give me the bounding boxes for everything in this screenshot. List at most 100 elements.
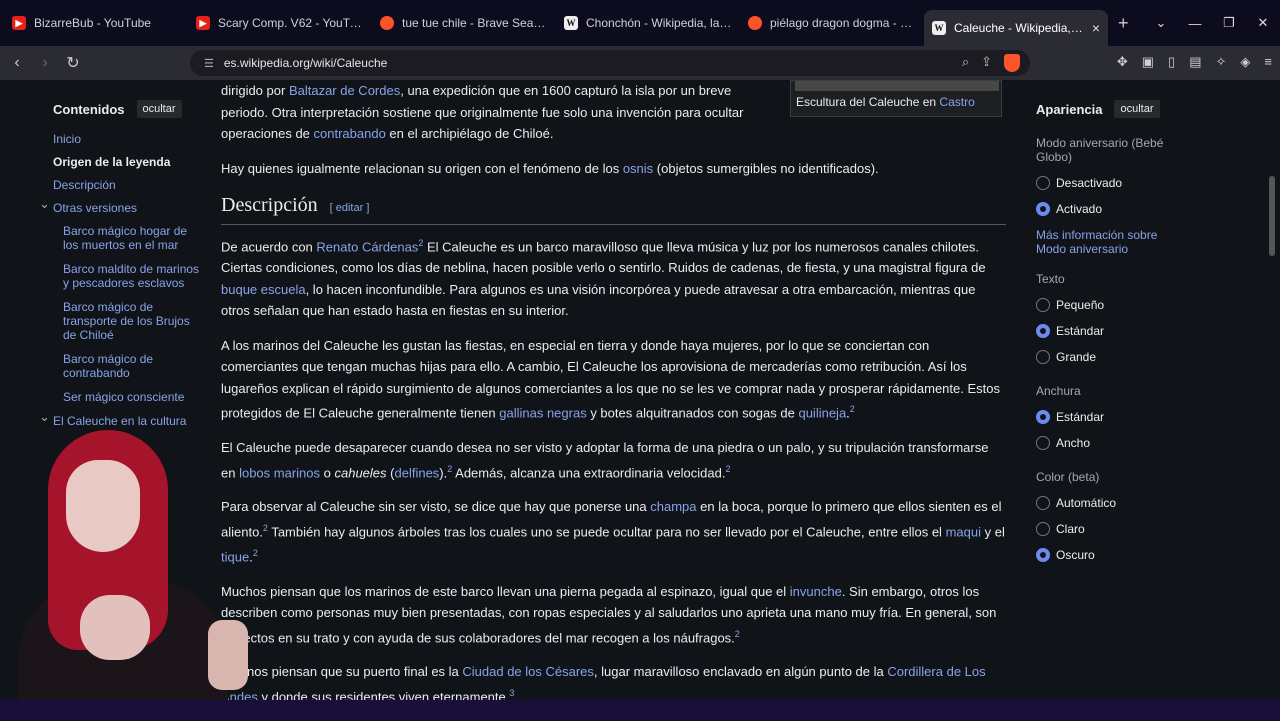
citation[interactable]: 2: [735, 629, 740, 639]
section-title: Descripción: [221, 194, 318, 216]
radio-ancho[interactable]: Ancho: [1036, 436, 1176, 450]
tab-pielago[interactable]: piélago dragon dogma - Brave Searc: [740, 7, 924, 39]
wikipedia-icon: W: [932, 21, 946, 35]
tab-scary-comp[interactable]: ▶ Scary Comp. V62 - YouTube: [188, 7, 372, 39]
sidebar-icon[interactable]: ▯: [1168, 54, 1175, 70]
appearance-title: Apariencia: [1036, 101, 1103, 117]
tab-title: tue tue chile - Brave Search: [402, 16, 548, 30]
toc-item-inicio[interactable]: Inicio: [53, 132, 203, 146]
appearance-hide-button[interactable]: ocultar: [1114, 100, 1160, 118]
width-label: Anchura: [1036, 384, 1081, 398]
tab-tue-tue[interactable]: tue tue chile - Brave Search: [372, 7, 556, 39]
youtube-icon: ▶: [196, 16, 210, 30]
text-size-label: Texto: [1036, 272, 1065, 286]
toc-subitem[interactable]: Barco maldito de marinos y pescadores es…: [53, 262, 203, 290]
radio-oscuro[interactable]: Oscuro: [1036, 548, 1176, 562]
wikipedia-icon: W: [564, 16, 578, 30]
close-tab-icon[interactable]: ×: [1092, 20, 1100, 36]
radio-activado[interactable]: Activado: [1036, 202, 1176, 216]
taskbar-strip: [0, 700, 1280, 720]
table-of-contents: Contenidos ocultar Inicio Origen de la le…: [39, 100, 203, 437]
radio-grande[interactable]: Grande: [1036, 350, 1176, 364]
link[interactable]: buque escuela: [221, 282, 306, 297]
extensions-icon[interactable]: ✥: [1117, 54, 1128, 70]
link[interactable]: Ciudad de los Césares: [462, 664, 594, 679]
citation[interactable]: 2: [725, 464, 730, 474]
citation[interactable]: 3: [509, 688, 514, 698]
toc-item-otras-versiones[interactable]: Otras versiones: [39, 197, 203, 215]
share-icon[interactable]: ⇪: [981, 54, 992, 72]
link[interactable]: maqui: [946, 524, 981, 539]
address-bar[interactable]: ☰ es.wikipedia.org/wiki/Caleuche ⌕ ⇪: [190, 50, 1030, 76]
toc-subitem[interactable]: Ser mágico consciente: [53, 390, 203, 404]
edit-link[interactable]: [ editar ]: [330, 198, 370, 220]
anniversary-label: Modo aniversario (Bebé Globo): [1036, 136, 1164, 164]
brave-icon: [748, 16, 762, 30]
link[interactable]: Renato Cárdenas: [316, 239, 418, 254]
tab-title: BizarreBub - YouTube: [34, 16, 151, 30]
tab-title: Chonchón - Wikipedia, la enciclopedi: [586, 16, 732, 30]
toc-subitem[interactable]: Barco mágico de transporte de los Brujos…: [53, 300, 203, 342]
screenshot-icon[interactable]: ▣: [1142, 54, 1154, 70]
leo-icon[interactable]: ✧: [1216, 54, 1227, 70]
new-tab-icon[interactable]: +: [1118, 13, 1129, 34]
reload-icon[interactable]: ↻: [62, 53, 84, 73]
appearance-panel: Apariencia ocultar Modo aniversario (Bebé…: [1036, 100, 1176, 574]
citation[interactable]: 2: [850, 404, 855, 414]
paragraph: El Caleuche puede desaparecer cuando des…: [221, 440, 989, 480]
radio-desactivado[interactable]: Desactivado: [1036, 176, 1176, 190]
toc-item-origen[interactable]: Origen de la leyenda: [53, 155, 203, 169]
toc-subitem[interactable]: Barco mágico hogar de los muertos en el …: [53, 224, 203, 252]
radio-estandar-width[interactable]: Estándar: [1036, 410, 1176, 424]
tab-strip: ▶ BizarreBub - YouTube ▶ Scary Comp. V62 -…: [0, 0, 1280, 46]
radio-automatico[interactable]: Automático: [1036, 496, 1176, 510]
url-text: es.wikipedia.org/wiki/Caleuche: [223, 56, 388, 70]
toc-subitem[interactable]: Barco mágico de contrabando: [53, 352, 203, 380]
minimize-icon[interactable]: —: [1178, 16, 1212, 31]
section-heading: Descripción [ editar ]: [221, 194, 1006, 225]
radio-estandar-text[interactable]: Estándar: [1036, 324, 1176, 338]
menu-icon[interactable]: ≡: [1264, 54, 1272, 70]
maximize-icon[interactable]: ❐: [1212, 15, 1246, 31]
brave-shield-icon[interactable]: [1004, 54, 1020, 72]
forward-icon[interactable]: ›: [34, 54, 56, 72]
link[interactable]: invunche: [790, 584, 842, 599]
paragraph: Hay quienes igualmente relacionan su ori…: [221, 160, 879, 176]
color-label: Color (beta): [1036, 470, 1100, 484]
scrollbar-thumb[interactable]: [1269, 176, 1275, 256]
link[interactable]: gallinas negras: [499, 406, 586, 421]
vpn-icon[interactable]: ◈: [1240, 54, 1250, 70]
anniversary-info-link[interactable]: Más información sobre Modo aniversario: [1036, 228, 1176, 256]
link[interactable]: quilineja: [798, 406, 846, 421]
brave-icon: [380, 16, 394, 30]
link[interactable]: contrabando: [314, 126, 386, 141]
radio-pequeno[interactable]: Pequeño: [1036, 298, 1176, 312]
paragraph: Para observar al Caleuche sin ser visto,…: [221, 499, 1005, 565]
toc-item-descripcion[interactable]: Descripción: [53, 178, 203, 192]
browser-toolbar: ‹ › ↻ ⚲ ☰ es.wikipedia.org/wiki/Caleuche…: [0, 46, 1280, 80]
tab-title: Caleuche - Wikipedia, la enciclop: [954, 21, 1086, 35]
tab-search-icon[interactable]: ⌄: [1144, 15, 1178, 31]
paragraph: Muchos piensan que los marinos de este b…: [221, 583, 997, 645]
toc-hide-button[interactable]: ocultar: [136, 100, 182, 118]
citation[interactable]: 2: [253, 548, 258, 558]
paragraph: A los marinos del Caleuche les gustan la…: [221, 337, 1000, 421]
streamer-avatar: [18, 420, 248, 720]
wallet-icon[interactable]: ▤: [1189, 54, 1201, 70]
tab-bizarrebub[interactable]: ▶ BizarreBub - YouTube: [4, 7, 188, 39]
tab-caleuche[interactable]: W Caleuche - Wikipedia, la enciclop ×: [924, 10, 1108, 46]
link[interactable]: Baltazar de Cordes: [289, 83, 400, 98]
link[interactable]: champa: [650, 499, 696, 514]
tab-chonchon[interactable]: W Chonchón - Wikipedia, la enciclopedi: [556, 7, 740, 39]
back-icon[interactable]: ‹: [6, 54, 28, 72]
link[interactable]: lobos marinos: [239, 465, 320, 480]
link[interactable]: osnis: [623, 161, 653, 176]
zoom-icon[interactable]: ⌕: [962, 54, 969, 72]
tab-title: piélago dragon dogma - Brave Searc: [770, 16, 916, 30]
site-settings-icon[interactable]: ☰: [204, 57, 214, 70]
radio-claro[interactable]: Claro: [1036, 522, 1176, 536]
close-window-icon[interactable]: ✕: [1246, 15, 1280, 31]
link[interactable]: delfines: [394, 465, 439, 480]
article-content: dirigido por Baltazar de Cordes, una exp…: [221, 80, 1006, 721]
page-scrollbar[interactable]: [1268, 84, 1276, 694]
